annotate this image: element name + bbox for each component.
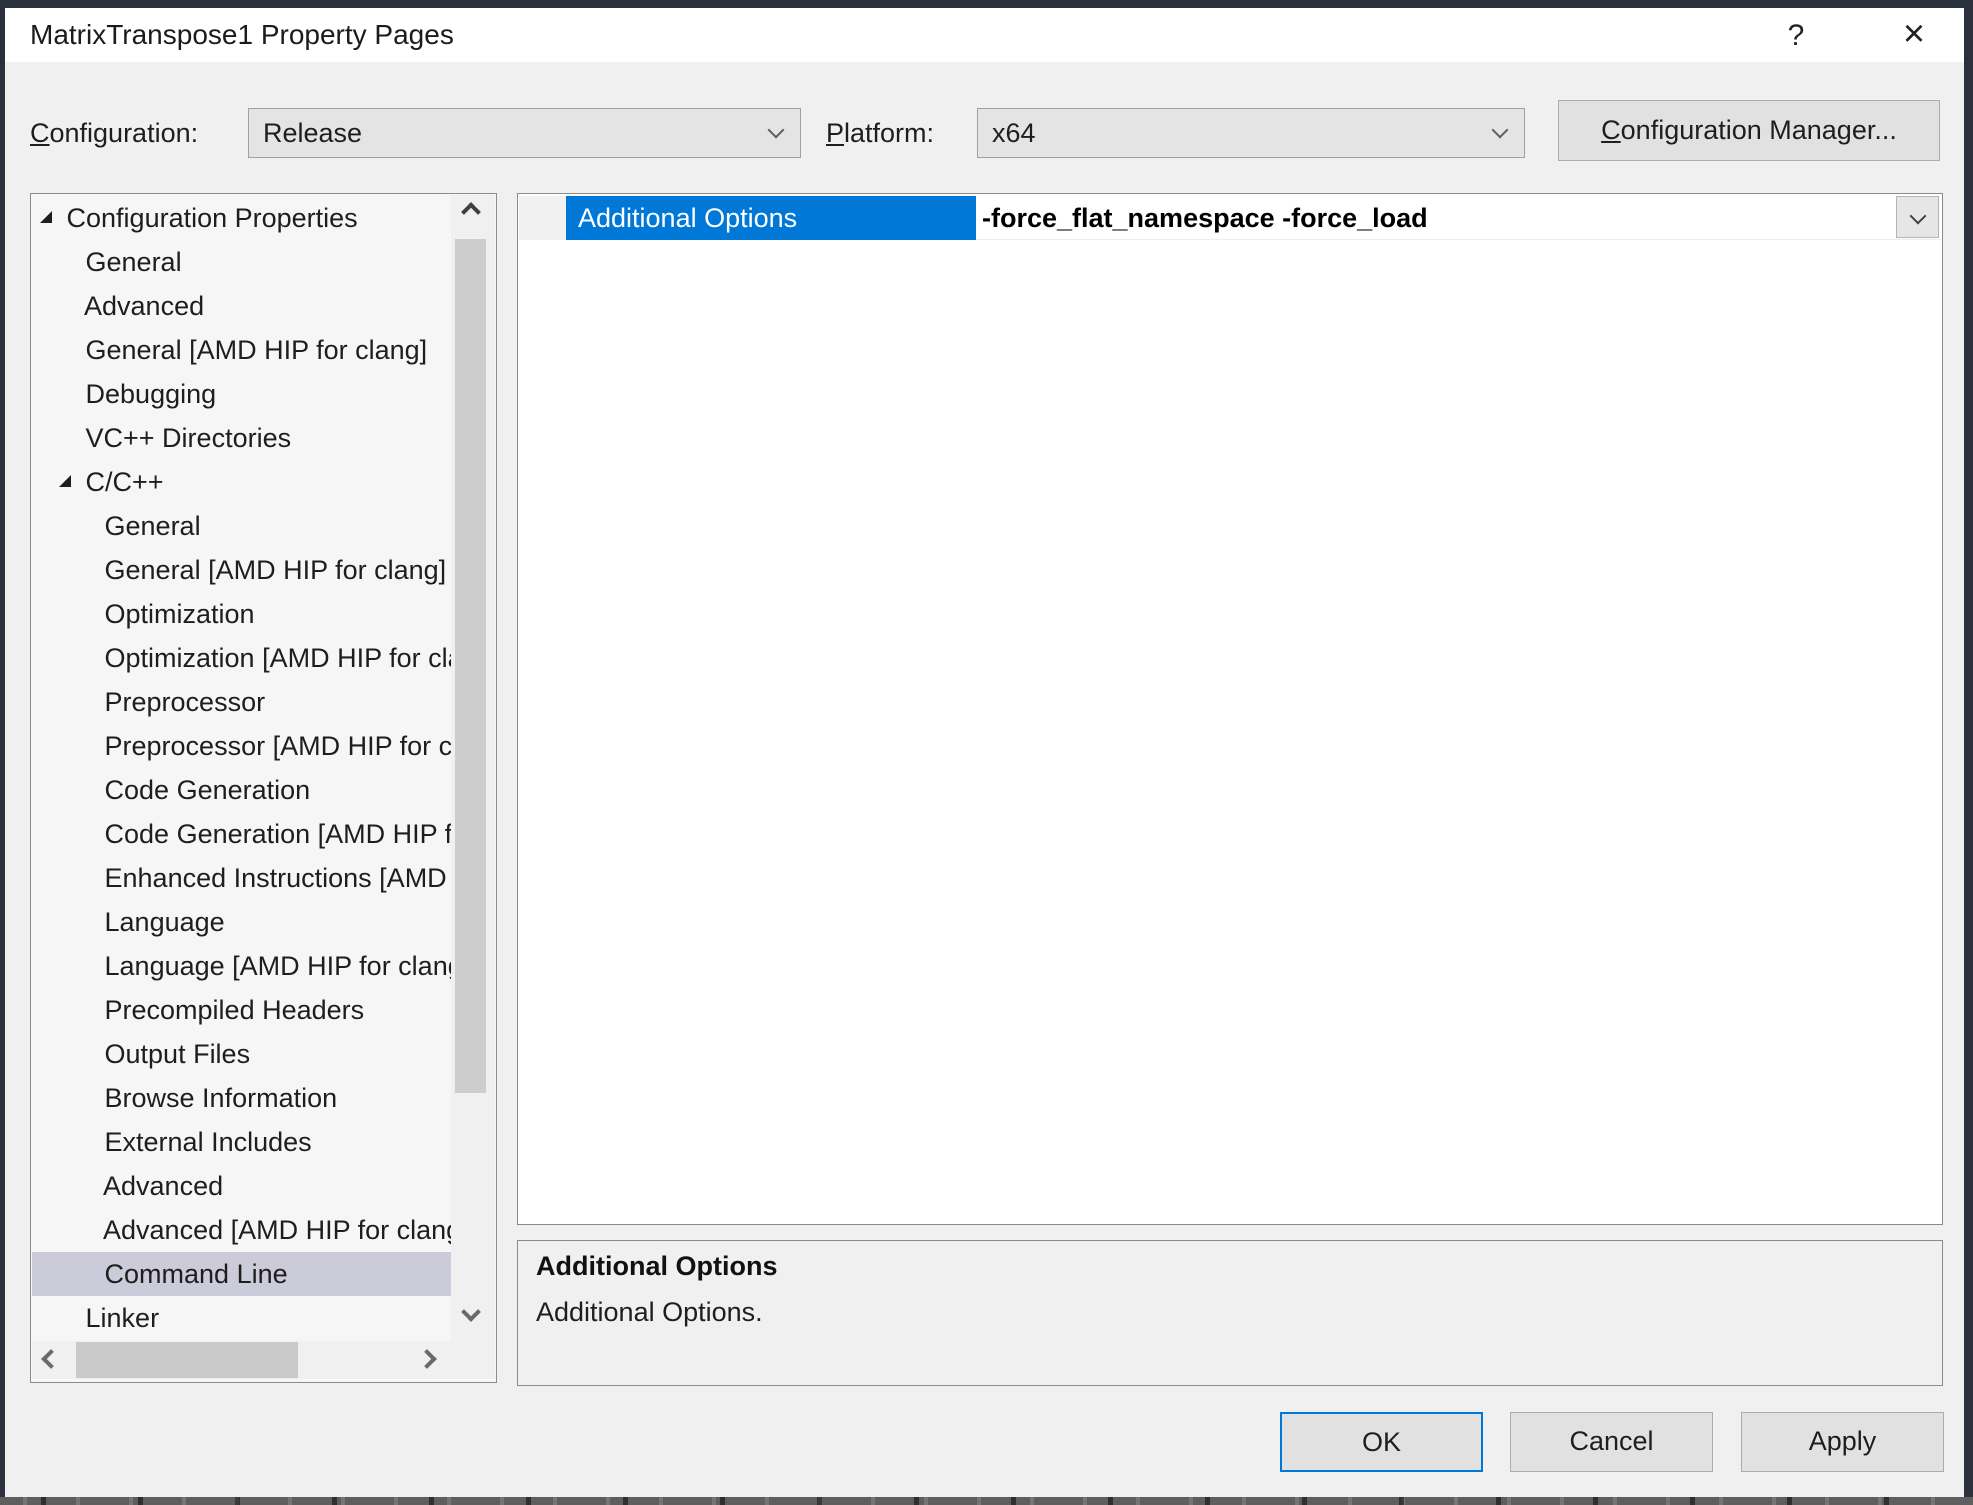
tree-item[interactable]: Advanced: [32, 284, 452, 328]
tree-item[interactable]: General [AMD HIP for clang]: [32, 328, 452, 372]
tree-item-label: Language: [105, 907, 225, 937]
tree-item[interactable]: General: [32, 240, 452, 284]
tree-item-label: Configuration Properties: [67, 203, 358, 233]
scrollbar-corner: [451, 1341, 495, 1379]
tree-item-label: Enhanced Instructions [AMD HIP for clang…: [105, 863, 452, 893]
tree-item[interactable]: General: [32, 504, 452, 548]
vertical-scrollbar-thumb[interactable]: [455, 239, 486, 1093]
tree-item-label: Output Files: [105, 1039, 251, 1069]
configuration-tree-panel: Configuration Properties General Advance…: [30, 193, 497, 1383]
tree-item[interactable]: Output Files: [32, 1032, 452, 1076]
tree-item[interactable]: Advanced [AMD HIP for clang]: [32, 1208, 452, 1252]
tree-item[interactable]: Enhanced Instructions [AMD HIP for clang…: [32, 856, 452, 900]
tree-item[interactable]: Precompiled Headers: [32, 988, 452, 1032]
property-pages-dialog: MatrixTranspose1 Property Pages ? × Conf…: [0, 0, 1973, 1505]
tree-item-label: Optimization: [105, 599, 255, 629]
tree-item-label: Command Line: [105, 1259, 288, 1289]
vertical-scrollbar[interactable]: [451, 195, 495, 1341]
window-border-top: [0, 0, 1973, 8]
tree-item[interactable]: Advanced: [32, 1164, 452, 1208]
horizontal-scrollbar[interactable]: [32, 1341, 451, 1379]
chevron-down-icon: [768, 122, 785, 139]
tree-item[interactable]: Debugging: [32, 372, 452, 416]
platform-value: x64: [992, 109, 1036, 157]
expanded-icon[interactable]: [40, 211, 52, 223]
description-panel: Additional Options Additional Options.: [517, 1240, 1943, 1386]
expanded-icon[interactable]: [59, 475, 71, 487]
tree-item-label: General: [86, 247, 182, 277]
platform-select[interactable]: x64: [977, 108, 1525, 158]
title-bar: MatrixTranspose1 Property Pages ? ×: [5, 8, 1964, 62]
background-window-sliver: [0, 1497, 1973, 1505]
tree-item-label: Advanced: [103, 1171, 223, 1201]
ok-button[interactable]: OK: [1280, 1412, 1483, 1472]
tree-item[interactable]: Optimization [AMD HIP for clang]: [32, 636, 452, 680]
tree-item[interactable]: Configuration Properties: [32, 196, 452, 240]
tree-item[interactable]: Command Line: [32, 1252, 452, 1296]
tree-item-label: Advanced: [84, 291, 204, 321]
description-title: Additional Options: [536, 1251, 777, 1282]
help-button[interactable]: ?: [1773, 13, 1819, 59]
tree-item-label: General [AMD HIP for clang]: [86, 335, 428, 365]
tree-item-label: Precompiled Headers: [105, 995, 365, 1025]
property-value-cell[interactable]: -force_flat_namespace -force_load: [982, 196, 1428, 240]
tree-item[interactable]: Preprocessor: [32, 680, 452, 724]
config-tree: Configuration Properties General Advance…: [32, 196, 452, 1340]
tree-item[interactable]: External Includes: [32, 1120, 452, 1164]
tree-item[interactable]: Preprocessor [AMD HIP for clang]: [32, 724, 452, 768]
tree-item-label: C/C++: [86, 467, 164, 497]
tree-item[interactable]: General [AMD HIP for clang]: [32, 548, 452, 592]
tree-arrow[interactable]: [59, 460, 78, 504]
tree-item-label: Code Generation [AMD HIP for clang]: [105, 819, 452, 849]
window-border-right: [1964, 0, 1973, 1497]
tree-item-label: Language [AMD HIP for clang]: [105, 951, 452, 981]
scroll-up-icon[interactable]: [461, 202, 481, 222]
configuration-select[interactable]: Release: [248, 108, 801, 158]
scroll-right-icon[interactable]: [417, 1349, 437, 1369]
tree-item-label: Preprocessor [AMD HIP for clang]: [105, 731, 452, 761]
tree-item[interactable]: VC++ Directories: [32, 416, 452, 460]
cancel-button[interactable]: Cancel: [1510, 1412, 1713, 1472]
platform-label: Platform:: [826, 115, 934, 151]
tree-item-label: External Includes: [105, 1127, 312, 1157]
horizontal-scrollbar-thumb[interactable]: [76, 1342, 298, 1378]
window-border-left: [0, 0, 5, 1497]
property-row[interactable]: Additional Options -force_flat_namespace…: [519, 196, 1941, 240]
chevron-down-icon: [1492, 122, 1509, 139]
tree-item-label: Preprocessor: [105, 687, 266, 717]
tree-item-label: General: [105, 511, 201, 541]
tree-item[interactable]: Browse Information: [32, 1076, 452, 1120]
tree-item-label: Code Generation: [105, 775, 311, 805]
scroll-left-icon[interactable]: [41, 1349, 61, 1369]
tree-item-label: Advanced [AMD HIP for clang]: [103, 1215, 452, 1245]
configuration-value: Release: [263, 109, 362, 157]
tree-item[interactable]: C/C++: [32, 460, 452, 504]
property-name-cell[interactable]: Additional Options: [566, 196, 976, 240]
window-title: MatrixTranspose1 Property Pages: [30, 8, 454, 62]
property-dropdown-button[interactable]: [1896, 196, 1939, 238]
tree-item-label: General [AMD HIP for clang]: [105, 555, 447, 585]
tree-item-label: VC++ Directories: [86, 423, 292, 453]
chevron-down-icon: [1910, 208, 1927, 225]
tree-arrow[interactable]: [40, 196, 59, 240]
configuration-label: Configuration:: [30, 115, 198, 151]
tree-item-label: Linker: [86, 1303, 160, 1333]
tree-item-label: Debugging: [86, 379, 217, 409]
close-button[interactable]: ×: [1891, 13, 1937, 59]
tree-item[interactable]: Code Generation: [32, 768, 452, 812]
property-row-gutter: [519, 196, 566, 240]
description-text: Additional Options.: [536, 1297, 763, 1328]
configuration-manager-button[interactable]: Configuration Manager...: [1558, 100, 1940, 161]
tree-item[interactable]: Linker: [32, 1296, 452, 1340]
tree-item[interactable]: Language [AMD HIP for clang]: [32, 944, 452, 988]
tree-item[interactable]: Code Generation [AMD HIP for clang]: [32, 812, 452, 856]
tree-item[interactable]: Optimization: [32, 592, 452, 636]
scroll-down-icon[interactable]: [461, 1302, 481, 1322]
tree-item-label: Browse Information: [105, 1083, 338, 1113]
tree-item-label: Optimization [AMD HIP for clang]: [105, 643, 452, 673]
apply-button[interactable]: Apply: [1741, 1412, 1944, 1472]
tree-item[interactable]: Language: [32, 900, 452, 944]
property-grid: Additional Options -force_flat_namespace…: [517, 193, 1943, 1225]
